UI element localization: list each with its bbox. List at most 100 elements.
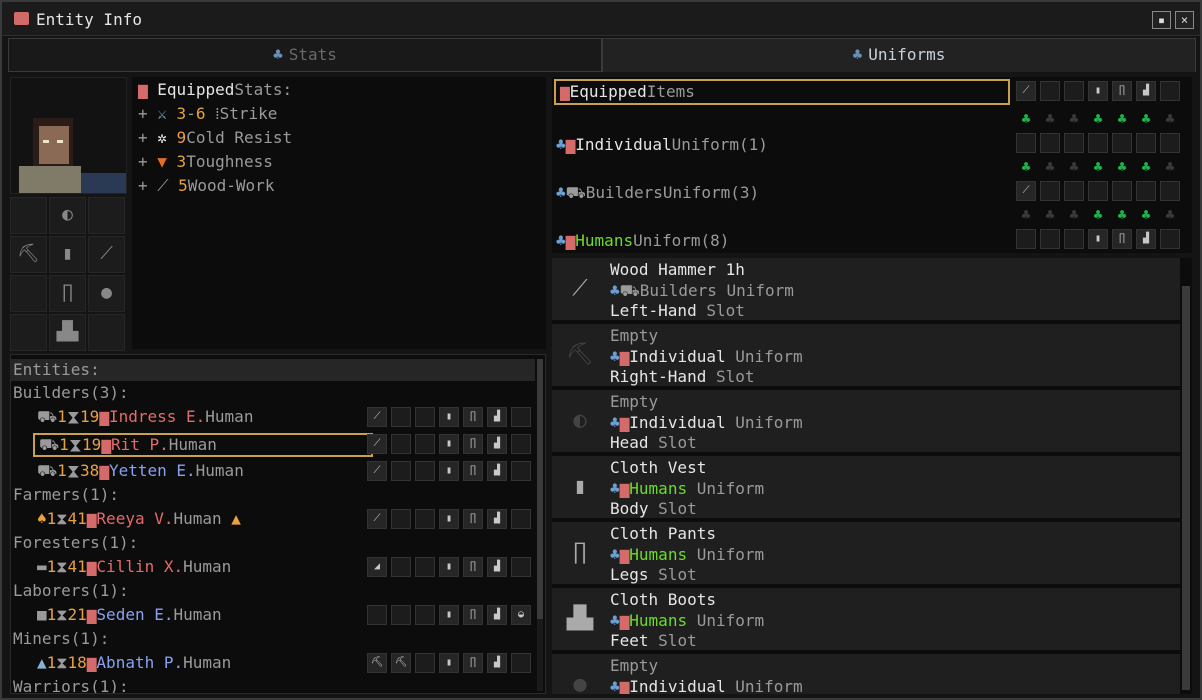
slot-empty[interactable] bbox=[1112, 133, 1132, 153]
slot-empty[interactable] bbox=[391, 557, 411, 577]
star-icon[interactable]: ♣ bbox=[1136, 157, 1156, 177]
hammer-icon[interactable]: ⟋ bbox=[1016, 181, 1036, 201]
item-row[interactable]: ▮ Cloth Vest ♣▆Humans Uniform Body Slot bbox=[552, 456, 1180, 520]
slot-empty[interactable] bbox=[415, 557, 435, 577]
expand-icon[interactable]: + bbox=[138, 152, 157, 171]
boots-icon[interactable]: ▟ bbox=[487, 407, 507, 427]
slot-empty[interactable] bbox=[1016, 229, 1036, 249]
close-button[interactable]: × bbox=[1175, 11, 1194, 29]
pants-icon[interactable]: ∏ bbox=[463, 557, 483, 577]
tab-uniforms[interactable]: ♣ Uniforms bbox=[602, 38, 1196, 72]
vest-icon[interactable]: ▮ bbox=[1088, 81, 1108, 101]
star-icon[interactable]: ♣ bbox=[1088, 109, 1108, 129]
slot-empty[interactable] bbox=[415, 407, 435, 427]
pants-icon[interactable]: ∏ bbox=[463, 434, 483, 454]
shield-slot-icon[interactable]: ● bbox=[88, 275, 125, 312]
pants-icon[interactable]: ∏ bbox=[463, 461, 483, 481]
vest-icon[interactable]: ▮ bbox=[439, 605, 459, 625]
slot-empty[interactable] bbox=[511, 557, 531, 577]
vest-icon[interactable]: ▮ bbox=[439, 407, 459, 427]
slot-empty[interactable] bbox=[88, 197, 125, 234]
slot-empty[interactable] bbox=[1136, 133, 1156, 153]
star-icon[interactable]: ♣ bbox=[1088, 157, 1108, 177]
vest-icon[interactable]: ▮ bbox=[1088, 229, 1108, 249]
pants-icon[interactable]: ∏ bbox=[1112, 229, 1132, 249]
slot-empty[interactable] bbox=[10, 275, 47, 312]
vest-icon[interactable]: ▮ bbox=[439, 653, 459, 673]
title-bar[interactable]: Entity Info ▪ × bbox=[2, 2, 1200, 36]
slot-empty[interactable] bbox=[391, 461, 411, 481]
equipped-items-field[interactable]: ▆EquippedItems bbox=[554, 79, 1010, 105]
slot-empty[interactable] bbox=[415, 605, 435, 625]
star-icon[interactable]: ♣ bbox=[1016, 157, 1036, 177]
helmet-slot-icon[interactable]: ◐ bbox=[49, 197, 86, 234]
star-icon[interactable]: ♣ bbox=[1112, 109, 1132, 129]
star-icon[interactable]: ♣ bbox=[1112, 205, 1132, 225]
boots-icon[interactable]: ▟ bbox=[487, 461, 507, 481]
star-icon[interactable]: ♣ bbox=[1040, 205, 1060, 225]
boots-icon[interactable]: ▟ bbox=[487, 557, 507, 577]
pants-icon[interactable]: ∏ bbox=[463, 605, 483, 625]
entity-row[interactable]: ▬1⧗41▆Cillin X.Human bbox=[33, 556, 373, 580]
hammer-icon[interactable]: ⟋ bbox=[1016, 81, 1036, 101]
slot-empty[interactable] bbox=[1064, 181, 1084, 201]
slot-empty[interactable] bbox=[1064, 81, 1084, 101]
vest-slot-icon[interactable]: ▮ bbox=[49, 236, 86, 273]
axe-icon[interactable]: ◢ bbox=[367, 557, 387, 577]
pickaxe-icon[interactable]: ⛏ bbox=[367, 653, 387, 673]
cap-icon[interactable]: ◒ bbox=[511, 605, 531, 625]
slot-empty[interactable] bbox=[1160, 181, 1180, 201]
tab-stats[interactable]: ♣ Stats bbox=[8, 38, 602, 72]
item-row[interactable]: ⛏ Empty ♣▆Individual Uniform Right-Hand … bbox=[552, 324, 1180, 388]
group-header[interactable]: Foresters(1): bbox=[13, 533, 138, 552]
group-header[interactable]: Warriors(1): bbox=[13, 677, 129, 693]
vest-icon[interactable]: ▮ bbox=[439, 557, 459, 577]
entity-row[interactable]: ■1⧗21▆Seden E.Human bbox=[33, 604, 373, 628]
star-icon[interactable]: ♣ bbox=[1016, 109, 1036, 129]
slot-empty[interactable] bbox=[415, 509, 435, 529]
star-icon[interactable]: ♣ bbox=[1064, 109, 1084, 129]
star-icon[interactable]: ♣ bbox=[1040, 157, 1060, 177]
slot-empty[interactable] bbox=[1160, 133, 1180, 153]
slot-empty[interactable] bbox=[1016, 133, 1036, 153]
star-icon[interactable]: ♣ bbox=[1160, 157, 1180, 177]
items-scrollbar-thumb[interactable] bbox=[1182, 286, 1190, 690]
entity-row[interactable]: ⛟1⧗19▆Indress E.Human bbox=[33, 406, 373, 430]
star-icon[interactable]: ♣ bbox=[1064, 205, 1084, 225]
pickaxe-slot-icon[interactable]: ⛏ bbox=[10, 236, 47, 273]
hammer-slot-icon[interactable]: ⟋ bbox=[88, 236, 125, 273]
slot-empty[interactable] bbox=[391, 605, 411, 625]
slot-empty[interactable] bbox=[415, 434, 435, 454]
boots-icon[interactable]: ▟ bbox=[1136, 81, 1156, 101]
star-icon[interactable]: ♣ bbox=[1160, 109, 1180, 129]
item-row[interactable]: ∏ Cloth Pants ♣▆Humans Uniform Legs Slot bbox=[552, 522, 1180, 586]
slot-empty[interactable] bbox=[391, 434, 411, 454]
star-icon[interactable]: ♣ bbox=[1160, 205, 1180, 225]
star-icon[interactable]: ♣ bbox=[1016, 205, 1036, 225]
star-icon[interactable]: ♣ bbox=[1112, 157, 1132, 177]
boots-icon[interactable]: ▟ bbox=[487, 434, 507, 454]
entity-row-selected[interactable]: ⛟1⧗19▆Rit P.Human bbox=[33, 433, 373, 457]
expand-icon[interactable]: + bbox=[138, 128, 157, 147]
star-icon[interactable]: ♣ bbox=[1136, 205, 1156, 225]
slot-empty[interactable] bbox=[1160, 229, 1180, 249]
slot-empty[interactable] bbox=[88, 314, 125, 351]
entity-row[interactable]: ⛟1⧗38▆Yetten E.Human bbox=[33, 460, 373, 484]
entity-row[interactable]: ♠1⧗41▆Reeya V.Human ▲ bbox=[33, 508, 373, 532]
hammer-icon[interactable]: ⟋ bbox=[367, 461, 387, 481]
slot-empty[interactable] bbox=[511, 653, 531, 673]
slot-empty[interactable] bbox=[1040, 229, 1060, 249]
star-icon[interactable]: ♣ bbox=[1064, 157, 1084, 177]
slot-empty[interactable] bbox=[391, 407, 411, 427]
expand-icon[interactable]: + bbox=[138, 176, 157, 195]
star-icon[interactable]: ♣ bbox=[1136, 109, 1156, 129]
item-row[interactable]: ⟋ Wood Hammer 1h ♣⛟Builders Uniform Left… bbox=[552, 258, 1180, 322]
pants-icon[interactable]: ∏ bbox=[1112, 81, 1132, 101]
item-row[interactable]: ▟▙ Cloth Boots ♣▆Humans Uniform Feet Slo… bbox=[552, 588, 1180, 652]
entity-row[interactable]: ▲1⧗18▆Abnath P.Human bbox=[33, 652, 373, 676]
hoe-icon[interactable]: ⟋ bbox=[367, 509, 387, 529]
vest-icon[interactable]: ▮ bbox=[439, 434, 459, 454]
pants-icon[interactable]: ∏ bbox=[463, 509, 483, 529]
slot-empty[interactable] bbox=[511, 434, 531, 454]
slot-empty[interactable] bbox=[415, 461, 435, 481]
